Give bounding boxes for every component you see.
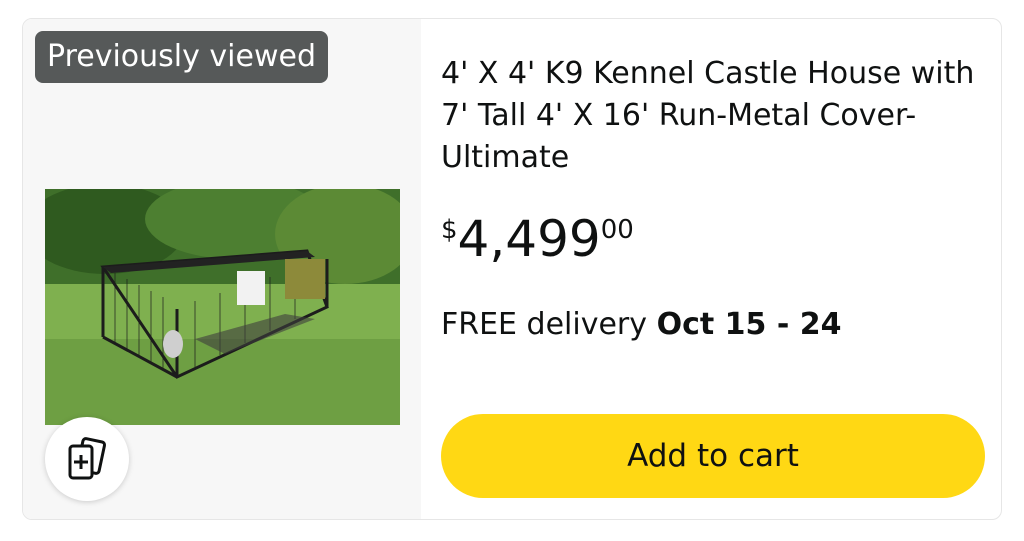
price-whole: 4,499	[457, 210, 601, 268]
previously-viewed-badge: Previously viewed	[35, 31, 328, 83]
compare-button[interactable]	[45, 417, 129, 501]
product-media: Previously viewed	[23, 19, 421, 519]
price-symbol: $	[441, 215, 458, 245]
product-card[interactable]: Previously viewed 4' X 4' K9 Kennel Cast…	[22, 18, 1002, 520]
delivery-info: FREE delivery Oct 15 - 24	[441, 305, 841, 345]
delivery-dates: Oct 15 - 24	[656, 307, 842, 342]
kennel-photo	[45, 189, 400, 425]
add-to-cart-button[interactable]: Add to cart	[441, 414, 985, 498]
delivery-prefix: FREE delivery	[441, 307, 648, 342]
product-details: 4' X 4' K9 Kennel Castle House with 7' T…	[421, 19, 1001, 519]
product-price: $ 4,499 00	[441, 209, 634, 269]
price-fraction: 00	[600, 215, 634, 245]
product-image[interactable]	[45, 189, 400, 425]
product-title[interactable]: 4' X 4' K9 Kennel Castle House with 7' T…	[441, 53, 981, 179]
compare-cards-icon	[68, 437, 107, 480]
